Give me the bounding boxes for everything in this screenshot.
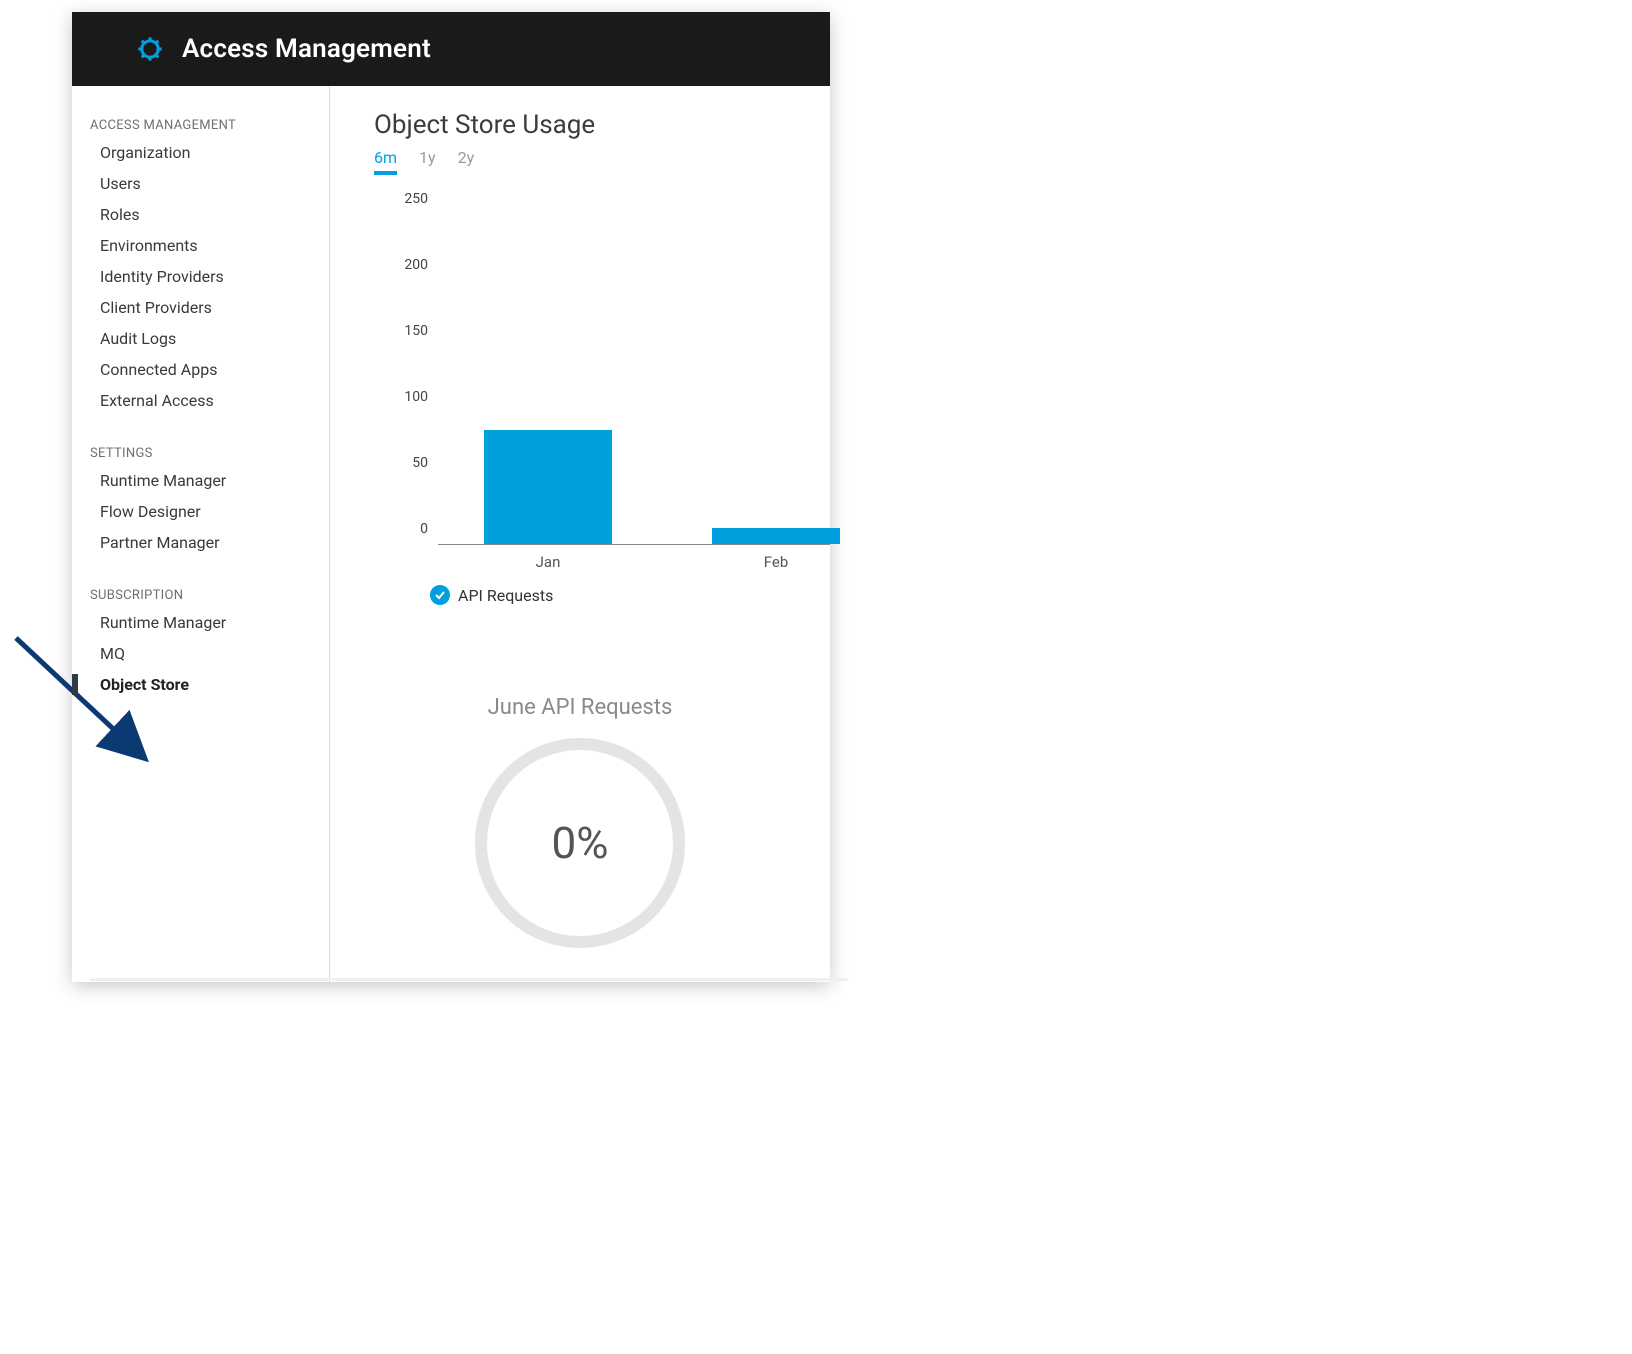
chart-y-tick: 50 <box>412 455 428 471</box>
check-icon <box>430 585 450 605</box>
sidebar-item-audit-logs[interactable]: Audit Logs <box>72 323 329 354</box>
chart-bar <box>484 430 612 544</box>
chart-y-tick: 150 <box>404 323 428 339</box>
chart-x-label: Feb <box>764 553 789 571</box>
sidebar-item-users[interactable]: Users <box>72 168 329 199</box>
menu-icon[interactable] <box>90 38 118 60</box>
chart-bar <box>712 528 840 544</box>
sidebar-heading-subscription: SUBSCRIPTION <box>72 580 329 607</box>
range-tab-2y[interactable]: 2y <box>458 148 475 175</box>
sidebar: ACCESS MANAGEMENT Organization Users Rol… <box>72 86 330 982</box>
sidebar-heading-access-management: ACCESS MANAGEMENT <box>72 110 329 137</box>
sidebar-heading-settings: SETTINGS <box>72 438 329 465</box>
topbar-title: Access Management <box>182 34 431 64</box>
sidebar-item-identity-providers[interactable]: Identity Providers <box>72 261 329 292</box>
chart-y-tick: 100 <box>404 389 428 405</box>
page-title: Object Store Usage <box>374 110 830 140</box>
chart-x-labels: Jan Feb <box>438 553 830 577</box>
topbar: Access Management <box>72 12 830 86</box>
sidebar-item-roles[interactable]: Roles <box>72 199 329 230</box>
sidebar-item-organization[interactable]: Organization <box>72 137 329 168</box>
chart-y-tick: 250 <box>404 191 428 207</box>
chart-plot-area <box>438 215 830 545</box>
chart-y-tick: 0 <box>420 521 428 537</box>
gauge-title: June API Requests <box>374 695 786 720</box>
app-window: Access Management ACCESS MANAGEMENT Orga… <box>72 12 830 982</box>
sidebar-item-runtime-manager-settings[interactable]: Runtime Manager <box>72 465 329 496</box>
gauge-circle: 0% <box>475 738 685 948</box>
sidebar-item-external-access[interactable]: External Access <box>72 385 329 416</box>
sidebar-item-flow-designer[interactable]: Flow Designer <box>72 496 329 527</box>
chart-x-label: Jan <box>536 553 561 571</box>
sidebar-item-mq[interactable]: MQ <box>72 638 329 669</box>
legend-label: API Requests <box>458 586 553 605</box>
range-tabs: 6m 1y 2y <box>374 148 830 175</box>
sidebar-item-environments[interactable]: Environments <box>72 230 329 261</box>
chart-x-axis-line <box>438 544 830 545</box>
chart-legend[interactable]: API Requests <box>430 585 830 605</box>
gauge-value: 0% <box>552 817 609 869</box>
body: ACCESS MANAGEMENT Organization Users Rol… <box>72 86 830 982</box>
sidebar-item-partner-manager[interactable]: Partner Manager <box>72 527 329 558</box>
gauge-block: June API Requests 0% <box>374 695 830 948</box>
sidebar-item-runtime-manager-subscription[interactable]: Runtime Manager <box>72 607 329 638</box>
sidebar-item-client-providers[interactable]: Client Providers <box>72 292 329 323</box>
range-tab-6m[interactable]: 6m <box>374 148 397 175</box>
sidebar-item-connected-apps[interactable]: Connected Apps <box>72 354 329 385</box>
range-tab-1y[interactable]: 1y <box>419 148 436 175</box>
main-content: Object Store Usage 6m 1y 2y 0 50 100 150 200… <box>330 86 830 982</box>
gear-icon <box>136 35 164 63</box>
sidebar-item-object-store[interactable]: Object Store <box>72 669 329 700</box>
chart-y-axis: 050100150200250 <box>374 215 428 545</box>
usage-bar-chart: 050100150200250 JanFeb <box>374 215 830 545</box>
chart-y-tick: 200 <box>404 257 428 273</box>
